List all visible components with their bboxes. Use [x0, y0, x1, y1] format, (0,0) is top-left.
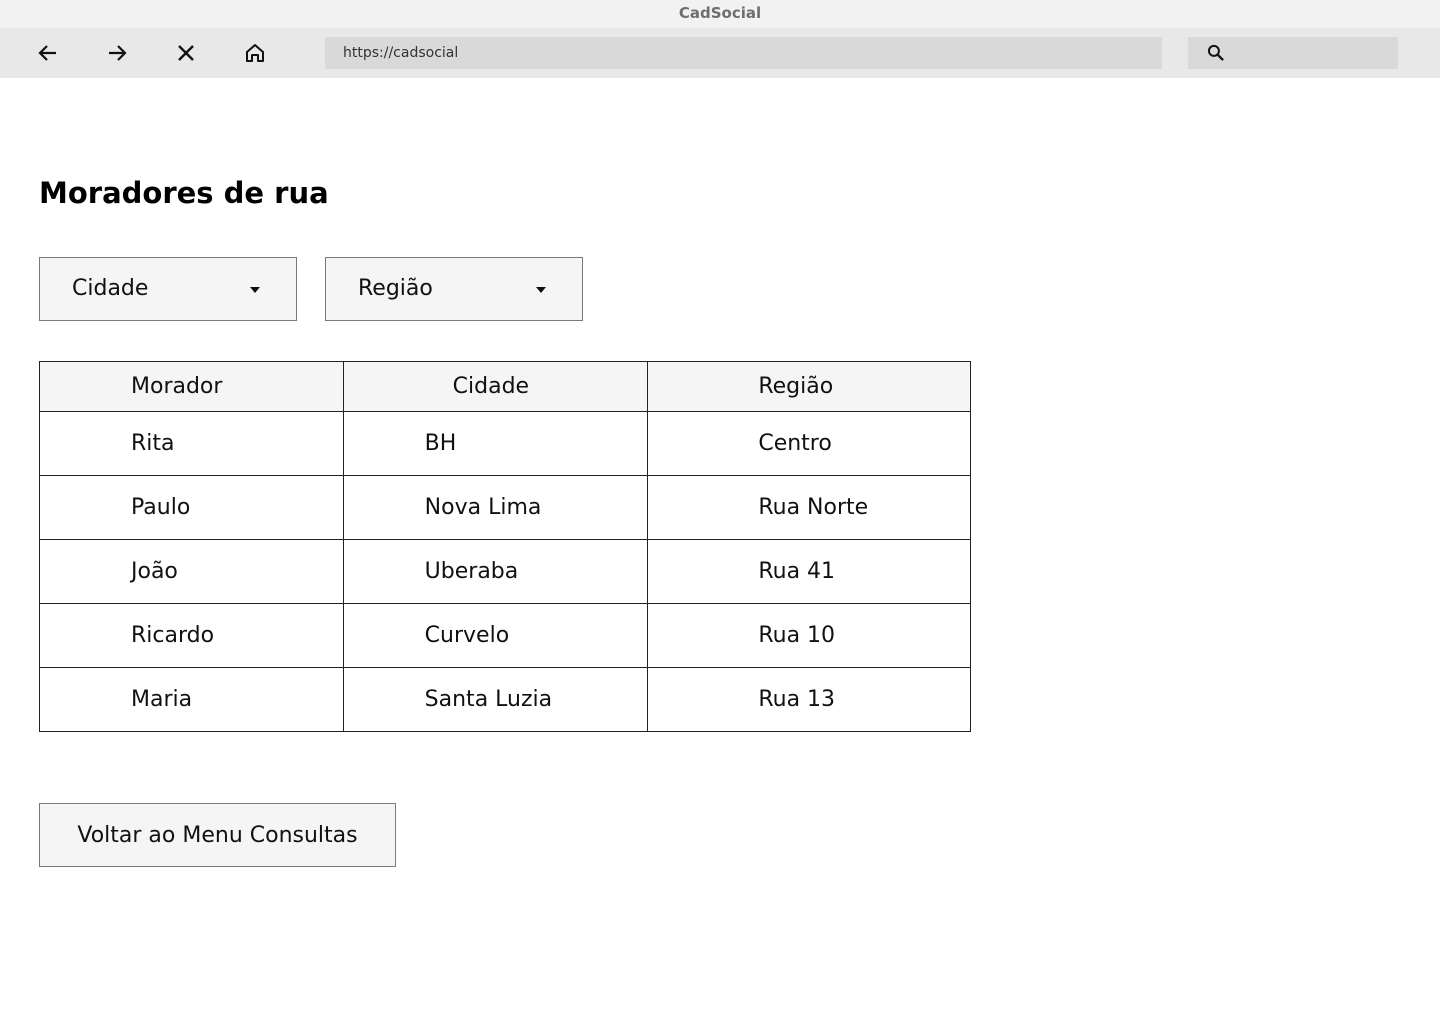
arrow-left-icon: [38, 45, 56, 61]
city-dropdown[interactable]: Cidade: [39, 257, 297, 321]
cell-resident: Paulo: [39, 475, 344, 540]
table-row: Rita BH Centro: [39, 411, 971, 476]
cell-city: Curvelo: [342, 603, 649, 668]
region-dropdown[interactable]: Região: [325, 257, 583, 321]
cell-region: Rua 13: [647, 667, 971, 732]
cell-resident: Maria: [39, 667, 344, 732]
column-header-resident: Morador: [39, 361, 344, 412]
cell-region: Rua 41: [647, 539, 971, 604]
home-icon: [246, 44, 264, 62]
cell-region: Centro: [647, 411, 971, 476]
table-row: Maria Santa Luzia Rua 13: [39, 667, 971, 732]
window-title: CadSocial: [0, 0, 1440, 28]
home-button[interactable]: [240, 38, 270, 68]
city-dropdown-label: Cidade: [72, 276, 149, 301]
table-row: Paulo Nova Lima Rua Norte: [39, 475, 971, 540]
cell-city: Uberaba: [342, 539, 649, 604]
browser-search-field[interactable]: [1188, 37, 1398, 69]
table-row: João Uberaba Rua 41: [39, 539, 971, 604]
cell-resident: Rita: [39, 411, 344, 476]
column-header-city: Cidade: [342, 361, 649, 412]
table-row: Ricardo Curvelo Rua 10: [39, 603, 971, 668]
cell-city: Nova Lima: [342, 475, 649, 540]
back-to-consultations-button[interactable]: Voltar ao Menu Consultas: [39, 803, 396, 867]
cell-city: Santa Luzia: [342, 667, 649, 732]
region-dropdown-label: Região: [358, 276, 433, 301]
page-title: Moradores de rua: [39, 176, 329, 210]
stop-button[interactable]: [171, 38, 201, 68]
forward-button[interactable]: [102, 38, 132, 68]
url-input[interactable]: [325, 37, 1162, 69]
table-header-row: Morador Cidade Região: [39, 361, 971, 412]
column-header-region: Região: [647, 361, 971, 412]
caret-down-icon: [250, 287, 260, 293]
cell-resident: Ricardo: [39, 603, 344, 668]
close-icon: [178, 45, 194, 61]
back-button[interactable]: [33, 38, 63, 68]
caret-down-icon: [536, 287, 546, 293]
arrow-right-icon: [109, 45, 127, 61]
search-icon: [1207, 44, 1224, 61]
cell-resident: João: [39, 539, 344, 604]
cell-region: Rua 10: [647, 603, 971, 668]
cell-city: BH: [342, 411, 649, 476]
browser-toolbar: [0, 28, 1440, 78]
cell-region: Rua Norte: [647, 475, 971, 540]
residents-table: Morador Cidade Região Rita BH Centro Pau…: [39, 361, 971, 732]
